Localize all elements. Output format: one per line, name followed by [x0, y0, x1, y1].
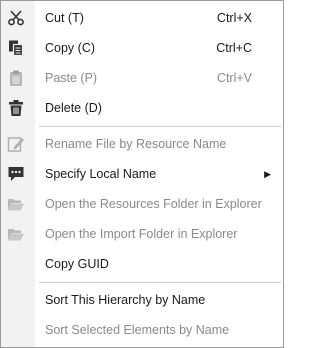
menu-item-label: Sort Selected Elements by Name: [45, 323, 230, 337]
menu-item-label: Cut (T): [45, 11, 84, 25]
menu-item-paste[interactable]: Paste (P) Ctrl+V: [1, 63, 283, 93]
menu-item-rename-file[interactable]: Rename File by Resource Name: [1, 129, 283, 159]
menu-item-delete[interactable]: Delete (D): [1, 93, 283, 123]
menu-item-sort-hierarchy[interactable]: Sort This Hierarchy by Name: [1, 285, 283, 315]
comment-icon: [7, 165, 25, 183]
menu-item-label: Rename File by Resource Name: [45, 137, 227, 151]
menu-item-cut[interactable]: Cut (T) Ctrl+X: [1, 3, 283, 33]
menu-item-label: Paste (P): [45, 71, 98, 85]
menu-item-copy-guid[interactable]: Copy GUID: [1, 249, 283, 279]
rename-icon: [7, 135, 25, 153]
menu-item-label: Copy (C): [45, 41, 96, 55]
menu-item-label: Sort This Hierarchy by Name: [45, 293, 206, 307]
copy-icon: [7, 39, 25, 57]
paste-icon: [7, 69, 25, 87]
menu-item-open-resources-folder[interactable]: Open the Resources Folder in Explorer: [1, 189, 283, 219]
folder-open-icon: [7, 195, 25, 213]
shortcut-text: Ctrl+X: [216, 11, 252, 25]
menu-item-label: Specify Local Name: [45, 167, 157, 181]
shortcut-text: Ctrl+V: [216, 71, 252, 85]
separator: [39, 126, 281, 127]
menu-item-label: Open the Resources Folder in Explorer: [45, 197, 262, 211]
menu-item-label: Delete (D): [45, 101, 102, 115]
menu-item-specify-local-name[interactable]: Specify Local Name ▶: [1, 159, 283, 189]
submenu-arrow-icon: ▶: [264, 169, 271, 179]
menu-item-open-import-folder[interactable]: Open the Import Folder in Explorer: [1, 219, 283, 249]
menu-item-sort-selected[interactable]: Sort Selected Elements by Name: [1, 315, 283, 345]
shortcut-text: Ctrl+C: [216, 41, 252, 55]
separator: [39, 282, 281, 283]
folder-open-icon: [7, 225, 25, 243]
scissors-icon: [7, 9, 25, 27]
context-menu: Cut (T) Ctrl+X Copy (C) Ctrl+C Paste (P): [0, 0, 284, 348]
menu-item-label: Copy GUID: [45, 257, 109, 271]
menu-item-copy[interactable]: Copy (C) Ctrl+C: [1, 33, 283, 63]
trash-icon: [7, 99, 25, 117]
menu-item-label: Open the Import Folder in Explorer: [45, 227, 238, 241]
